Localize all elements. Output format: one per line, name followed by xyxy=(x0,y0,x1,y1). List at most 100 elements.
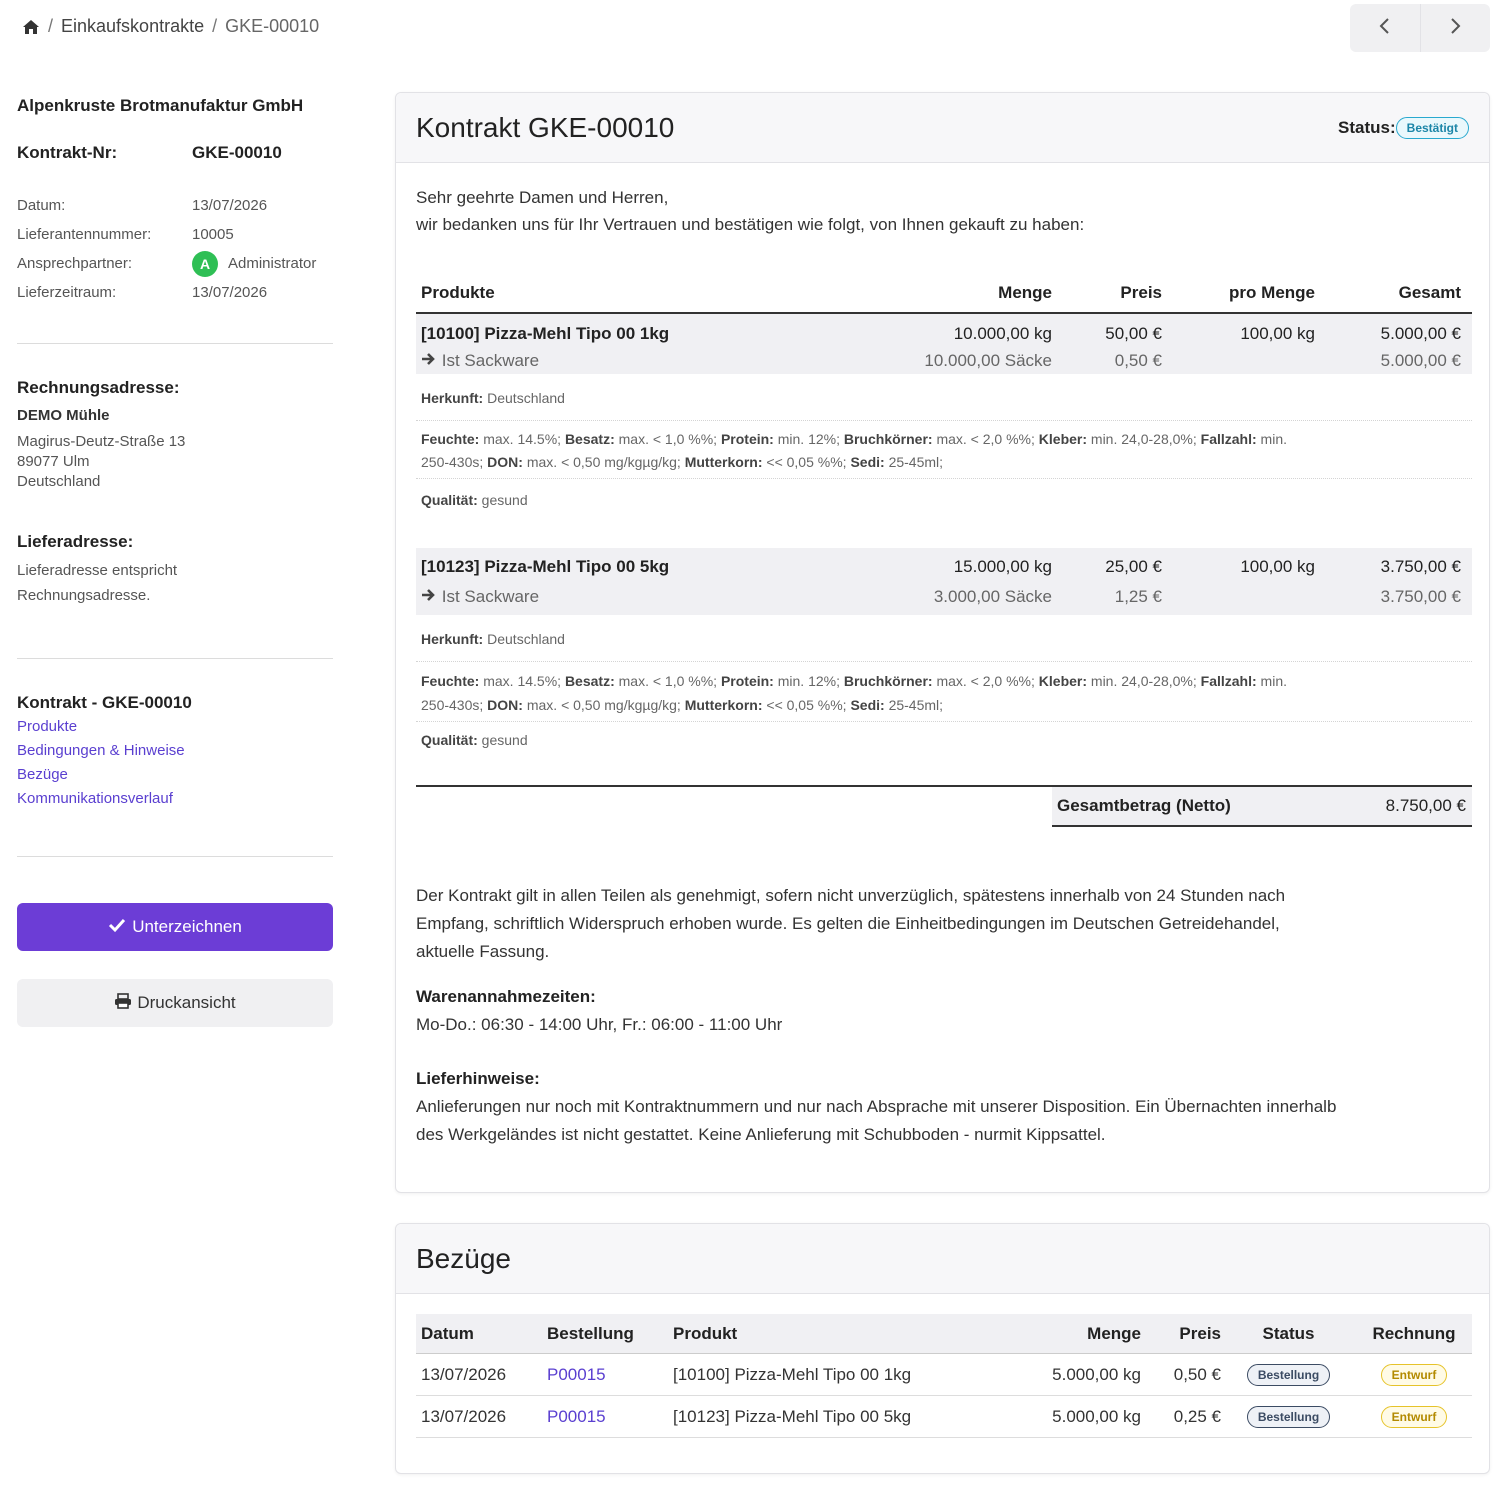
print-button-label: Druckansicht xyxy=(137,993,236,1012)
spec-value: max. < 1,0 %%; xyxy=(614,431,721,447)
spec-key: DON: xyxy=(487,454,523,470)
product-specs: Feuchte: max. 14.5%; Besatz: max. < 1,0 … xyxy=(416,662,1472,722)
billing-address: DEMO Mühle Magirus-Deutz-Straße 13 89077… xyxy=(17,406,333,492)
sign-button-label: Unterzeichnen xyxy=(132,917,242,936)
product-specs: Feuchte: max. 14.5%; Besatz: max. < 1,0 … xyxy=(416,421,1472,479)
nav-link-kommunikation[interactable]: Kommunikationsverlauf xyxy=(17,787,333,811)
spec-key: Sedi: xyxy=(850,454,885,470)
previous-record-button[interactable] xyxy=(1350,4,1420,52)
period-label: Lieferzeitraum: xyxy=(17,284,117,301)
spec-line: Feuchte: max. 14.5%; Besatz: max. < 1,0 … xyxy=(421,669,1472,693)
spec-key: Besatz: xyxy=(564,673,615,689)
spec-key: Bruchkörner: xyxy=(843,431,933,447)
product-sub-qty: 10.000,00 Säcke xyxy=(924,350,1052,370)
contact-label: Ansprechpartner: xyxy=(17,255,133,272)
product-sub-name: Ist Sackware xyxy=(441,587,540,606)
contract-title: Kontrakt GKE-00010 xyxy=(416,111,675,143)
divider xyxy=(17,856,333,857)
product-per: 100,00 kg xyxy=(1240,323,1315,343)
sidebar: Alpenkruste Brotmanufaktur GmbH Kontrakt… xyxy=(17,92,333,1027)
origin-value: Deutschland xyxy=(487,631,565,647)
spec-value: min. xyxy=(1256,431,1287,447)
intro-text: Sehr geehrte Damen und Herren, wir bedan… xyxy=(416,184,1084,238)
company-name: Alpenkruste Brotmanufaktur GmbH xyxy=(17,96,304,115)
terms-line-1: Der Kontrakt gilt in allen Teilen als ge… xyxy=(416,886,1286,905)
status-badge: Bestellung xyxy=(1246,1405,1331,1428)
nav-link-bedingungen[interactable]: Bedingungen & Hinweise xyxy=(17,739,333,763)
print-button[interactable]: Druckansicht xyxy=(17,979,333,1027)
row-date: 13/07/2026 xyxy=(421,1364,507,1384)
billing-country: Deutschland xyxy=(17,473,101,490)
record-pager xyxy=(1350,4,1490,52)
row-status-cell: Bestellung xyxy=(1221,1405,1356,1428)
total-row: Gesamtbetrag (Netto) 8.750,00 € xyxy=(1052,785,1472,827)
breadcrumb-current: GKE-00010 xyxy=(225,16,320,36)
product-main-line: [10100] Pizza-Mehl Tipo 00 1kg 10.000,00… xyxy=(416,320,1472,347)
spec-value: min. 24,0-28,0%; xyxy=(1087,431,1201,447)
delivery-line-1: Lieferadresse entspricht xyxy=(17,562,178,579)
contract-status: Status: Bestätigt xyxy=(1338,116,1469,139)
arrow-right-icon xyxy=(421,351,437,370)
chevron-right-icon xyxy=(1448,16,1462,41)
breadcrumb-separator: / xyxy=(212,16,218,36)
nav-link-produkte[interactable]: Produkte xyxy=(17,715,333,739)
spec-value: 250-430s; xyxy=(421,454,488,470)
status-badge: Bestellung xyxy=(1246,1363,1331,1386)
printer-icon xyxy=(114,992,132,1014)
row-order-link[interactable]: P00015 xyxy=(547,1365,673,1385)
spec-key: Mutterkorn: xyxy=(684,454,763,470)
quality-label: Qualität: xyxy=(421,492,478,508)
contract-number-label: Kontrakt-Nr: xyxy=(17,143,118,162)
divider xyxy=(17,343,333,344)
next-record-button[interactable] xyxy=(1419,4,1491,52)
breadcrumb-einkaufskontrakte[interactable]: Einkaufskontrakte xyxy=(61,16,204,37)
spec-value: min. 24,0-28,0%; xyxy=(1087,673,1201,689)
spec-value: max. < 0,50 mg/kgµg/kg; xyxy=(522,697,685,713)
col-header-qty: Menge xyxy=(1087,1323,1141,1343)
row-order-link[interactable]: P00015 xyxy=(547,1407,673,1427)
contract-number-value: GKE-00010 xyxy=(192,143,282,162)
product-price: 50,00 € xyxy=(1105,323,1162,343)
product-name: [10100] Pizza-Mehl Tipo 00 1kg xyxy=(421,323,670,343)
bezuege-table: Datum Bestellung Produkt Menge Preis Sta… xyxy=(416,1314,1472,1438)
spec-value: max. < 2,0 %%; xyxy=(932,673,1039,689)
row-product: [10100] Pizza-Mehl Tipo 00 1kg xyxy=(673,1364,912,1384)
sign-button[interactable]: Unterzeichnen xyxy=(17,903,333,951)
origin-label: Herkunft: xyxy=(421,390,484,406)
status-badge: Bestätigt xyxy=(1395,116,1469,139)
spec-key: DON: xyxy=(487,697,523,713)
spec-key: Kleber: xyxy=(1038,431,1088,447)
spec-key: Besatz: xyxy=(564,431,615,447)
row-qty: 5.000,00 kg xyxy=(1052,1406,1141,1426)
nav-link-bezuege[interactable]: Bezüge xyxy=(17,763,333,787)
origin-label: Herkunft: xyxy=(421,631,484,647)
product-sub-price: 1,25 € xyxy=(1114,587,1162,606)
spec-key: Protein: xyxy=(720,431,774,447)
home-icon[interactable] xyxy=(22,18,40,36)
spec-value: min. xyxy=(1256,673,1287,689)
row-invoice-cell: Entwurf xyxy=(1356,1405,1472,1428)
billing-heading: Rechnungsadresse: xyxy=(17,378,180,397)
contract-number-row: Kontrakt-Nr: GKE-00010 xyxy=(17,143,333,163)
delivery-notes-section: Lieferhinweise: Anlieferungen nur noch m… xyxy=(416,1065,1476,1149)
row-qty: 5.000,00 kg xyxy=(1052,1364,1141,1384)
spec-value: min. 12%; xyxy=(773,673,844,689)
product-sub-line: Ist Sackware 3.000,00 Säcke 1,25 € 3.750… xyxy=(416,582,1472,612)
spec-key: Fallzahl: xyxy=(1200,673,1257,689)
product-sub-line: Ist Sackware 10.000,00 Säcke 0,50 € 5.00… xyxy=(416,347,1472,374)
product-quality: Qualität: gesund xyxy=(416,722,1472,752)
product-qty: 15.000,00 kg xyxy=(953,557,1052,576)
bezuege-table-header: Datum Bestellung Produkt Menge Preis Sta… xyxy=(416,1314,1472,1354)
product-sub-name: Ist Sackware xyxy=(441,350,540,370)
product-name: [10123] Pizza-Mehl Tipo 00 5kg xyxy=(421,557,670,576)
invoice-badge: Entwurf xyxy=(1380,1405,1448,1428)
terms-line-3: aktuelle Fassung. xyxy=(416,942,550,961)
spec-key: Feuchte: xyxy=(421,673,480,689)
spec-key: Sedi: xyxy=(850,697,885,713)
spec-key: Mutterkorn: xyxy=(684,697,763,713)
spec-value: 250-430s; xyxy=(421,697,488,713)
delivery-notes-line-2: des Werkgeländes ist nicht gestattet. Ke… xyxy=(416,1125,1106,1144)
delivery-notes-heading: Lieferhinweise: xyxy=(416,1069,540,1088)
product-row: [10123] Pizza-Mehl Tipo 00 5kg 15.000,00… xyxy=(416,548,1472,615)
bezuege-title: Bezüge xyxy=(416,1242,511,1274)
